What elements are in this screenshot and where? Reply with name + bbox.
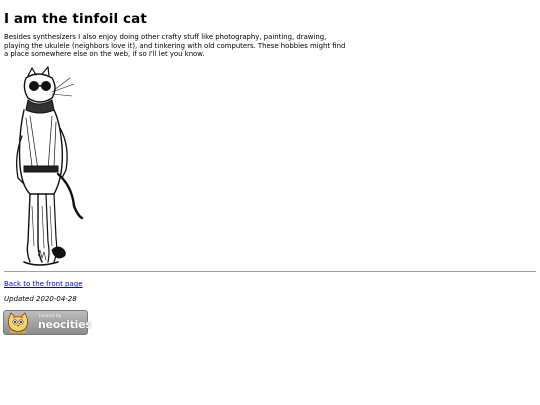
neocities-badge[interactable]: hosted by neocities bbox=[3, 310, 92, 335]
page-content: I am the tinfoil cat Besides synthesizer… bbox=[0, 0, 540, 59]
page-title: I am the tinfoil cat bbox=[4, 11, 147, 27]
intro-paragraph: Besides synthesizers I also enjoy doing … bbox=[4, 33, 346, 59]
divider bbox=[4, 271, 536, 272]
tinfoil-cat-drawing-icon bbox=[16, 66, 84, 266]
back-to-front-page-link[interactable]: Back to the front page bbox=[4, 280, 83, 289]
neocities-cat-logo-icon bbox=[7, 312, 29, 333]
neocities-brand-label: neocities bbox=[38, 318, 92, 331]
updated-date: Updated 2020-04-28 bbox=[4, 295, 77, 303]
